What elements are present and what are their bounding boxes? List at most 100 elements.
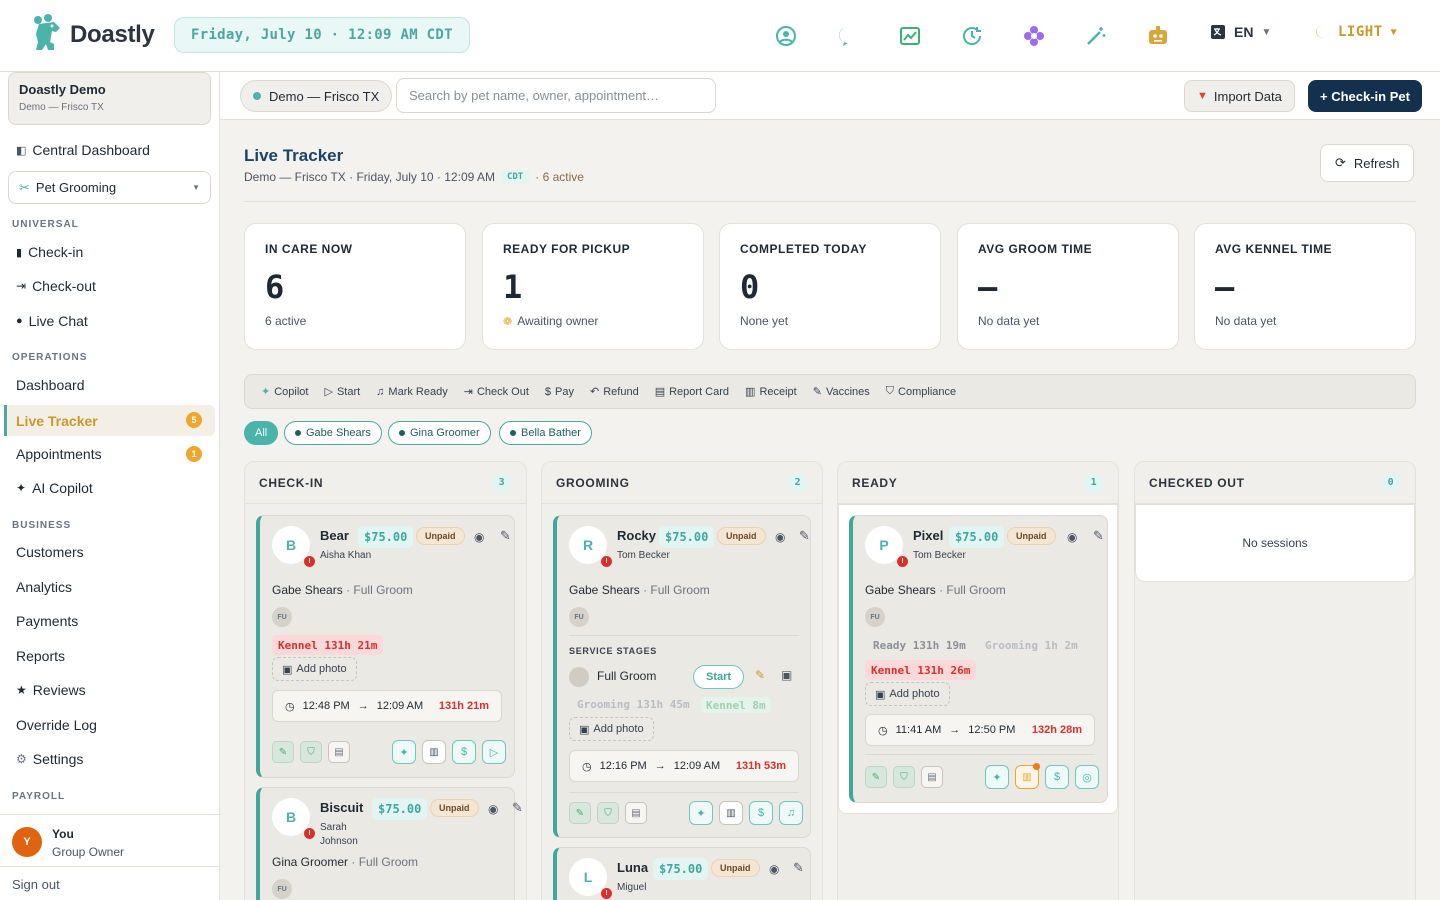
filter-bella-bather[interactable]: Bella Bather: [499, 421, 592, 445]
sidebar-item-central-dashboard[interactable]: ◧ Central Dashboard: [16, 140, 150, 160]
sidebar-item-reports[interactable]: Reports: [16, 646, 65, 666]
syringe-icon[interactable]: ✎: [272, 741, 294, 763]
dollar-icon[interactable]: $: [749, 801, 773, 825]
filter-gina-groomer[interactable]: Gina Groomer: [388, 421, 491, 445]
check-out-action[interactable]: ⇥ Check Out: [464, 385, 529, 399]
syringe-icon[interactable]: ✎: [865, 766, 887, 788]
eye-icon[interactable]: ◉: [1067, 530, 1077, 544]
clock-refresh-icon[interactable]: [960, 24, 984, 48]
add-photo-button[interactable]: ▣ Add photo: [865, 682, 950, 706]
pet-name[interactable]: Biscuit: [320, 800, 363, 815]
receipt-icon[interactable]: ▤: [921, 766, 943, 788]
sidebar-item-ai-copilot[interactable]: ✦ AI Copilot: [16, 478, 93, 498]
refresh-button[interactable]: ⟳ Refresh: [1320, 144, 1415, 182]
check-circle-icon[interactable]: ◎: [1075, 765, 1099, 789]
robot-icon[interactable]: [1146, 24, 1170, 48]
bell-icon[interactable]: ♫: [779, 801, 803, 825]
filter-gabe-shears[interactable]: Gabe Shears: [284, 421, 382, 445]
add-photo-button[interactable]: ▣ Add photo: [272, 657, 357, 681]
sparkle-icon[interactable]: ✦: [689, 801, 713, 825]
start-action[interactable]: ▷ Start: [324, 385, 360, 399]
start-time: 12:48 PM: [302, 700, 350, 712]
sidebar-item-settings[interactable]: ⚙ Settings: [16, 749, 83, 769]
dashboard-icon: ◧: [16, 144, 27, 157]
pet-card-biscuit[interactable]: B ! Biscuit $75.00 Unpaid ◉ ✎ Sarah John…: [256, 787, 523, 900]
stage-status-icon: [569, 667, 589, 687]
eye-icon[interactable]: ◉: [769, 862, 779, 876]
receipt-action[interactable]: ▥ Receipt: [745, 385, 797, 399]
edit-icon[interactable]: ✎: [793, 860, 804, 876]
module-select[interactable]: ✂ Pet Grooming ▼: [8, 171, 211, 204]
duration: 132h 28m: [1031, 724, 1082, 736]
magic-wand-icon[interactable]: [1084, 24, 1108, 48]
filter-all[interactable]: All: [244, 421, 279, 445]
location-pill[interactable]: Demo — Frisco TX: [240, 80, 393, 112]
clipboard-icon[interactable]: ▥: [1015, 763, 1040, 789]
theme-toggle[interactable]: LIGHT ▼: [1314, 24, 1397, 40]
edit-icon[interactable]: ✎: [512, 800, 523, 816]
pet-name[interactable]: Pixel: [913, 528, 943, 543]
pet-card-luna[interactable]: L ! Luna $75.00 Unpaid ◉ ✎ Miguel: [553, 847, 811, 900]
stage-start-button[interactable]: Start: [693, 665, 745, 689]
sidebar-item-override-log[interactable]: Override Log: [16, 715, 97, 735]
receipt-icon[interactable]: ▤: [328, 741, 350, 763]
compliance-action[interactable]: ⛉ Compliance: [886, 385, 956, 398]
play-icon[interactable]: ▷: [482, 740, 506, 764]
pet-card-bear[interactable]: B ! Bear $75.00 Unpaid ◉ ✎ Aisha Khan Ga…: [256, 515, 515, 778]
vaccines-action[interactable]: ✎ Vaccines: [813, 385, 870, 399]
edit-icon[interactable]: ✎: [799, 528, 810, 544]
sparkle-icon[interactable]: ✦: [392, 740, 416, 764]
sidebar-item-dashboard[interactable]: Dashboard: [16, 375, 85, 395]
edit-icon[interactable]: ✎: [500, 528, 511, 544]
eye-icon[interactable]: ◉: [488, 802, 498, 816]
pay-action[interactable]: $ Pay: [545, 386, 574, 398]
edit-icon[interactable]: ✎: [1093, 528, 1104, 544]
copilot-action[interactable]: ✦ Copilot: [261, 385, 308, 399]
note-icon[interactable]: ✎: [755, 668, 765, 682]
card-tools: ✎ ⛉ ▤ ✦ ▥ $ ◎: [865, 763, 1099, 789]
import-data-button[interactable]: ▼ Import Data: [1184, 80, 1295, 112]
eye-icon[interactable]: ◉: [474, 530, 484, 544]
sidebar-item-payments[interactable]: Payments: [16, 611, 78, 631]
chart-line-icon[interactable]: [898, 24, 922, 48]
shield-icon[interactable]: ⛉: [597, 802, 619, 824]
sign-out-link[interactable]: Sign out: [0, 866, 219, 900]
camera-icon[interactable]: ▣: [781, 668, 792, 682]
pet-card-pixel[interactable]: P ! Pixel $75.00 Unpaid ◉ ✎ Tom Becker G…: [849, 515, 1108, 803]
sidebar-item-live-chat[interactable]: ● Live Chat: [16, 311, 88, 331]
sidebar-item-live-tracker[interactable]: Live Tracker: [4, 405, 215, 436]
brand-logo[interactable]: Doastly: [30, 14, 155, 56]
clipboard-icon[interactable]: ▥: [719, 801, 743, 825]
sidebar-item-check-in[interactable]: ▮ Check-in: [16, 242, 83, 262]
user-profile[interactable]: Y You Group Owner: [0, 814, 219, 866]
report-card-action[interactable]: ▤ Report Card: [655, 385, 729, 399]
mark-ready-action[interactable]: ♫ Mark Ready: [376, 386, 448, 398]
refund-action[interactable]: ↶ Refund: [590, 385, 639, 399]
sidebar-item-reviews[interactable]: ★ Reviews: [16, 680, 86, 700]
eye-icon[interactable]: ◉: [775, 530, 785, 544]
receipt-icon[interactable]: ▤: [625, 802, 647, 824]
pet-name[interactable]: Bear: [320, 528, 349, 543]
syringe-icon[interactable]: ✎: [569, 802, 591, 824]
search-input[interactable]: [396, 78, 716, 113]
account-switcher[interactable]: Doastly Demo Demo — Frisco TX: [8, 72, 211, 125]
flower-icon[interactable]: [1022, 24, 1046, 48]
pet-name[interactable]: Rocky: [617, 528, 656, 543]
sparkle-icon[interactable]: ✦: [985, 765, 1009, 789]
dollar-icon[interactable]: $: [1045, 765, 1069, 789]
chat-icon[interactable]: [836, 24, 860, 48]
sidebar-item-customers[interactable]: Customers: [16, 542, 84, 562]
user-circle-icon[interactable]: [774, 24, 798, 48]
check-in-pet-button[interactable]: + Check-in Pet: [1308, 80, 1422, 112]
pet-card-rocky[interactable]: R ! Rocky $75.00 Unpaid ◉ ✎ Tom Becker G…: [553, 515, 811, 838]
pet-name[interactable]: Luna: [617, 860, 648, 875]
shield-icon[interactable]: ⛉: [300, 741, 322, 763]
add-photo-button[interactable]: ▣ Add photo: [569, 717, 654, 741]
clipboard-icon[interactable]: ▥: [422, 740, 446, 764]
language-select[interactable]: EN ▼: [1210, 24, 1271, 40]
dollar-icon[interactable]: $: [452, 740, 476, 764]
shield-icon[interactable]: ⛉: [893, 766, 915, 788]
sidebar-item-check-out[interactable]: ⇥ Check-out: [16, 276, 96, 296]
sidebar-item-appointments[interactable]: Appointments: [16, 444, 102, 464]
sidebar-item-analytics[interactable]: Analytics: [16, 577, 72, 597]
